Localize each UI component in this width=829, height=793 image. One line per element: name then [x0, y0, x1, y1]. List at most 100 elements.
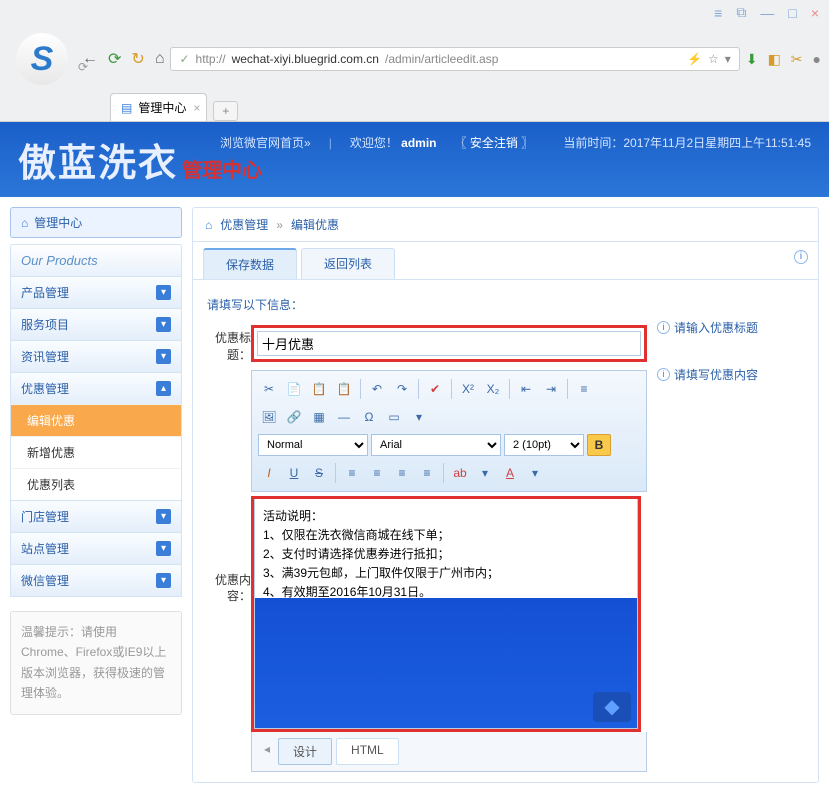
save-tab[interactable]: 保存数据 — [203, 248, 297, 279]
chevron-up-icon: ▴ — [156, 381, 171, 396]
breadcrumb-l1[interactable]: 优惠管理 — [220, 216, 268, 233]
sidebar-group-4[interactable]: 门店管理▾ — [11, 500, 181, 532]
align-center-icon[interactable]: ≡ — [366, 462, 388, 484]
tab-close-icon[interactable]: × — [193, 101, 200, 115]
sidebar-item[interactable]: 优惠列表 — [11, 468, 181, 500]
restore-icon[interactable]: ⧉ — [736, 4, 746, 21]
symbol-icon[interactable]: Ω — [358, 406, 380, 428]
lock-icon: ✓ — [179, 52, 189, 66]
breadcrumb-home-icon[interactable]: ⌂ — [205, 218, 212, 232]
sidebar-group-3[interactable]: 优惠管理▴ — [11, 372, 181, 404]
new-tab-button[interactable]: + — [213, 101, 238, 121]
editor-line: 1、仅限在洗衣微信商城在线下单； — [263, 526, 629, 545]
sidebar-group-0[interactable]: 产品管理▾ — [11, 277, 181, 308]
home-icon: ⌂ — [21, 216, 28, 230]
chevron-down-icon: ▾ — [156, 285, 171, 300]
link-icon[interactable]: 🔗 — [283, 406, 305, 428]
sidebar-item[interactable]: 编辑优惠 — [11, 404, 181, 436]
content-label: 优惠内容： — [207, 492, 251, 606]
bookmark-icon[interactable]: ◧ — [768, 51, 781, 68]
breadcrumb: ⌂ 优惠管理 » 编辑优惠 — [193, 208, 818, 242]
time-label: 当前时间： — [563, 136, 623, 150]
home-icon[interactable]: ⌂ — [155, 50, 165, 68]
cut-icon[interactable]: ✂ — [258, 378, 280, 400]
chevron-down-icon: ▾ — [156, 573, 171, 588]
size-select[interactable]: 2 (10pt) — [504, 434, 584, 456]
minimize-icon[interactable]: — — [760, 5, 774, 21]
bold-button[interactable]: B — [587, 434, 611, 456]
editor-line: 2、支付时请选择优惠券进行抵扣； — [263, 545, 629, 564]
more-icon[interactable]: ● — [813, 51, 821, 67]
align-right-icon[interactable]: ≡ — [391, 462, 413, 484]
logout-link[interactable]: 安全注销 — [470, 136, 518, 150]
sidebar-group-1[interactable]: 服务项目▾ — [11, 308, 181, 340]
title-hint: 请输入优惠标题 — [674, 319, 758, 336]
insert-img-icon[interactable]: 🖼 — [258, 406, 280, 428]
sidebar-group-2[interactable]: 资讯管理▾ — [11, 340, 181, 372]
info-icon[interactable]: i — [794, 250, 808, 264]
flash-icon[interactable]: ⚡ — [687, 52, 702, 66]
redo-icon[interactable]: ↷ — [391, 378, 413, 400]
our-products-label: Our Products — [10, 244, 182, 277]
design-tab[interactable]: 设计 — [278, 738, 332, 765]
title-input[interactable] — [257, 331, 641, 356]
maximize-icon[interactable]: □ — [788, 5, 796, 21]
forward-icon[interactable]: ↻ — [131, 49, 144, 69]
editor-line: 3、满39元包邮，上门取件仅限于广州市内； — [263, 564, 629, 583]
download-icon[interactable]: ⬇ — [746, 51, 758, 68]
table-icon[interactable]: ▦ — [308, 406, 330, 428]
sidebar-item[interactable]: 新增优惠 — [11, 436, 181, 468]
sidebar-title: ⌂ 管理中心 — [10, 207, 182, 238]
align-left-icon[interactable]: ≡ — [341, 462, 363, 484]
highlight-icon[interactable]: ab — [449, 462, 471, 484]
more-icon[interactable]: ▾ — [408, 406, 430, 428]
back-tab[interactable]: 返回列表 — [301, 248, 395, 279]
chevron-down-icon: ▾ — [156, 317, 171, 332]
title-label: 优惠标题： — [207, 325, 251, 364]
hr-icon[interactable]: — — [333, 406, 355, 428]
format-select[interactable]: Normal — [258, 434, 368, 456]
superscript-icon[interactable]: X² — [457, 378, 479, 400]
url-path: /admin/articleedit.asp — [385, 52, 498, 66]
underline-icon[interactable]: U — [283, 462, 305, 484]
editor-heading: 活动说明： — [263, 507, 629, 526]
undo-icon[interactable]: ↶ — [366, 378, 388, 400]
chevron-down-icon: ▾ — [156, 349, 171, 364]
chevron-down-icon[interactable]: ▾ — [524, 462, 546, 484]
font-color-icon[interactable]: A — [499, 462, 521, 484]
dropdown-icon[interactable]: ▾ — [725, 52, 731, 66]
sidebar-group-5[interactable]: 站点管理▾ — [11, 532, 181, 564]
strike-icon[interactable]: S — [308, 462, 330, 484]
sidebar-group-6[interactable]: 微信管理▾ — [11, 564, 181, 596]
html-tab[interactable]: HTML — [336, 738, 399, 765]
chevron-down-icon[interactable]: ▾ — [474, 462, 496, 484]
content-hint: 请填写优惠内容 — [674, 366, 758, 383]
paste-word-icon[interactable]: 📋 — [333, 378, 355, 400]
outdent-icon[interactable]: ⇤ — [515, 378, 537, 400]
cut-icon[interactable]: ✂ — [791, 51, 803, 68]
address-bar[interactable]: ✓ http://wechat-xiyi.bluegrid.com.cn/adm… — [170, 47, 739, 71]
tip-box: 温馨提示：请使用Chrome、Firefox或IE9以上版本浏览器，获得极速的管… — [10, 611, 182, 715]
breadcrumb-l2: 编辑优惠 — [291, 216, 339, 233]
menu-icon[interactable]: ≡ — [714, 5, 722, 21]
editor-toolbar: ✂ 📄 📋 📋 ↶ ↷ ✔ X² X — [251, 370, 647, 492]
star-icon[interactable]: ☆ — [708, 52, 719, 66]
copy-icon[interactable]: 📄 — [283, 378, 305, 400]
media-icon[interactable]: ▭ — [383, 406, 405, 428]
indent-icon[interactable]: ⇥ — [540, 378, 562, 400]
editor-body[interactable]: 活动说明： 1、仅限在洗衣微信商城在线下单；2、支付时请选择优惠券进行抵扣；3、… — [254, 499, 638, 729]
align-justify-icon[interactable]: ≡ — [416, 462, 438, 484]
paste-icon[interactable]: 📋 — [308, 378, 330, 400]
browser-tab[interactable]: ▤ 管理中心 × — [110, 93, 207, 121]
font-select[interactable]: Arial — [371, 434, 501, 456]
list-icon[interactable]: ≡ — [573, 378, 595, 400]
subscript-icon[interactable]: X₂ — [482, 378, 504, 400]
editor-graphic: ◆ — [255, 598, 637, 728]
close-window-icon[interactable]: × — [811, 5, 819, 21]
welcome-label: 欢迎您！ — [350, 136, 398, 150]
home-link[interactable]: 浏览微官网首页» — [220, 134, 311, 151]
italic-icon[interactable]: I — [258, 462, 280, 484]
reload-icon[interactable]: ⟳ — [108, 49, 121, 69]
window-controls: ≡ ⧉ — □ × — [0, 0, 829, 25]
spellcheck-icon[interactable]: ✔ — [424, 378, 446, 400]
